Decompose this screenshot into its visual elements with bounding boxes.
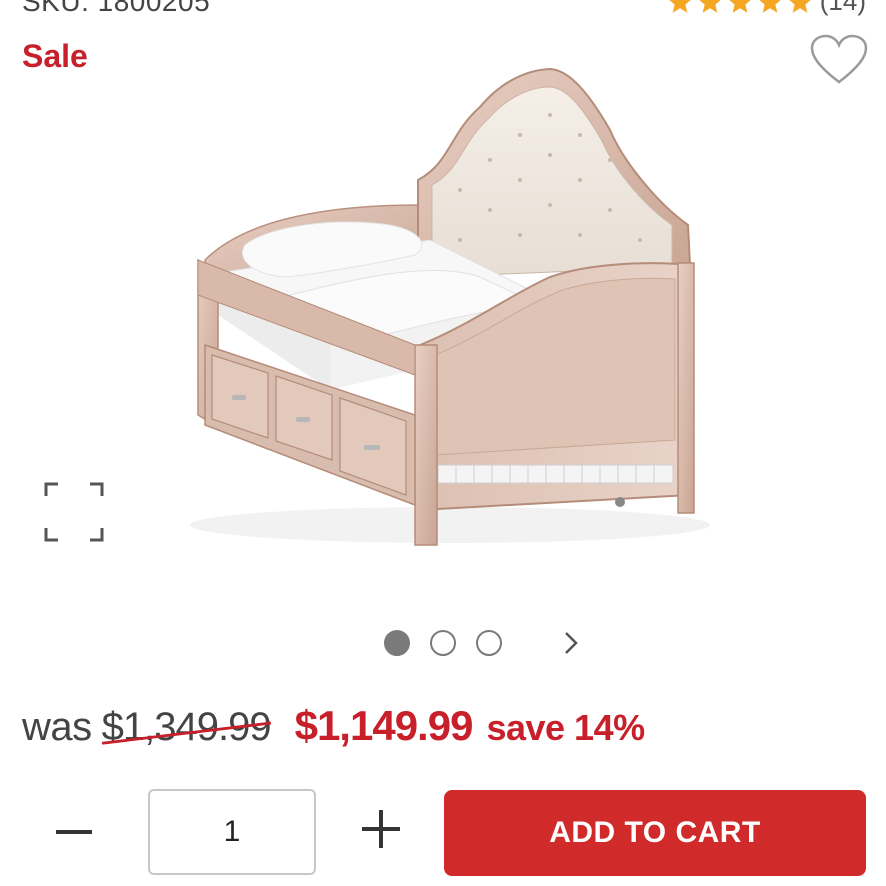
product-image [190,67,710,546]
was-label: was [22,705,92,749]
expand-icon[interactable] [42,480,106,544]
sale-price: $1,149.99 [294,702,474,749]
original-price: $1,349.99 [101,705,272,750]
star-icon [669,0,690,13]
star-icon [729,0,750,13]
chevron-right-icon[interactable] [560,630,582,656]
star-icon [789,0,810,13]
sale-badge: Sale [22,38,88,74]
strikethrough [101,721,271,745]
star-icon [699,0,720,13]
savings-text: save 14% [486,707,645,748]
quantity-input[interactable] [148,789,316,875]
review-count[interactable]: (14) [820,0,866,17]
carousel-dot-3[interactable] [476,630,502,656]
price-row: was $1,349.99 $1,149.99 save 14% [22,702,645,750]
rating[interactable]: (14) [666,0,866,17]
heart-icon[interactable] [810,34,868,86]
star-icon [759,0,780,13]
add-to-cart-button[interactable]: ADD TO CART [444,790,866,876]
plus-icon[interactable] [358,806,404,852]
image-carousel-indicator [384,630,582,656]
product-sku: SKU: 1800205 [22,0,211,17]
minus-icon[interactable] [50,808,98,856]
carousel-dot-2[interactable] [430,630,456,656]
carousel-dot-1[interactable] [384,630,410,656]
